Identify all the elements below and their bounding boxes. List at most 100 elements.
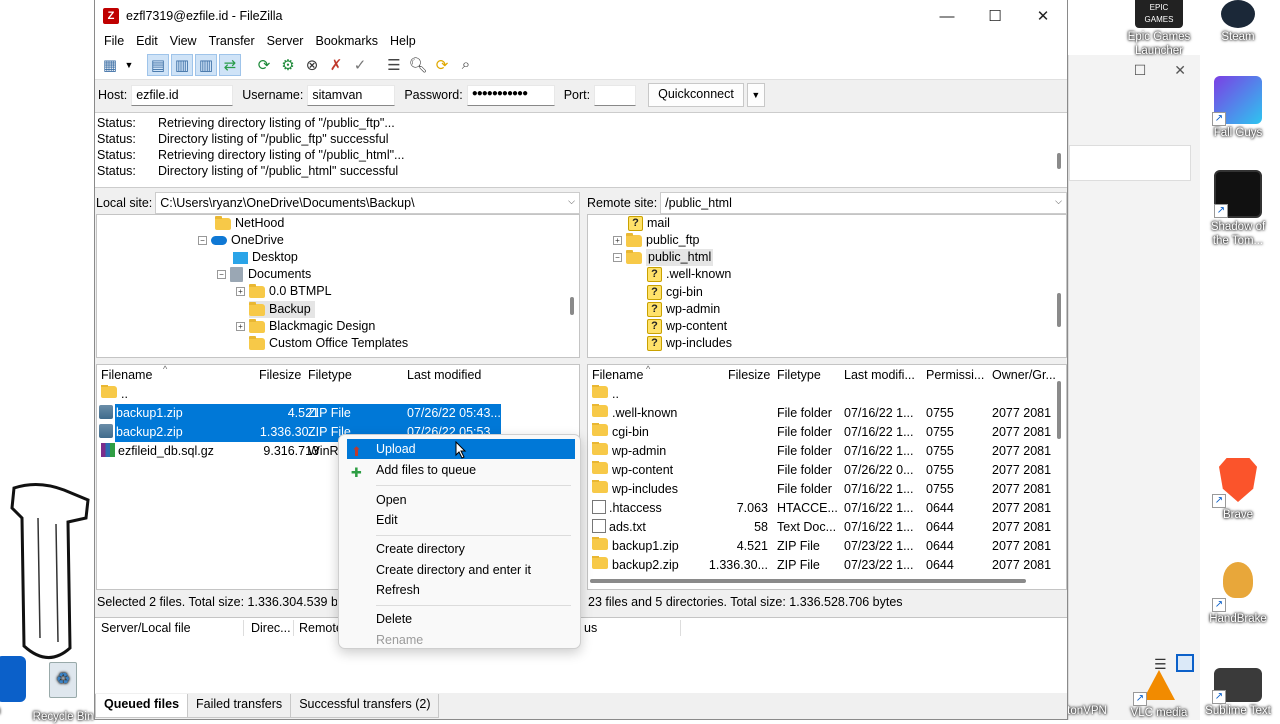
tree-item-btmpl[interactable]: +0.0 BTMPL: [236, 283, 332, 300]
list-item[interactable]: backup1.zip 4.521 ZIP File 07/26/22 05:4…: [99, 404, 501, 423]
chevron-down-icon[interactable]: ⌵: [1055, 196, 1062, 207]
queue-header-status[interactable]: us: [584, 618, 597, 638]
menu-server[interactable]: Server: [261, 34, 310, 48]
menu-transfer[interactable]: Transfer: [203, 34, 261, 48]
title-bar[interactable]: Z ezfl7319@ezfile.id - FileZilla — ☐ ✕: [95, 0, 1067, 32]
queue-header-direction[interactable]: Direc...: [251, 618, 291, 638]
column-header-filesize[interactable]: Filesize: [728, 365, 770, 385]
synchronized-browsing-icon[interactable]: ⟳: [431, 54, 453, 76]
menu-bookmarks[interactable]: Bookmarks: [309, 34, 384, 48]
menu-item-edit[interactable]: Edit: [347, 510, 575, 530]
menu-help[interactable]: Help: [384, 34, 422, 48]
maximize-button[interactable]: ☐: [971, 0, 1019, 32]
column-header-filesize[interactable]: Filesize: [259, 365, 301, 385]
tree-item-well-known[interactable]: ? .well-known: [647, 266, 731, 283]
menu-item-delete[interactable]: Delete: [347, 609, 575, 629]
collapse-icon[interactable]: −: [198, 236, 207, 245]
list-view-icon[interactable]: ☰: [1154, 656, 1167, 673]
reconnect-icon[interactable]: ✓: [349, 54, 371, 76]
close-button[interactable]: ✕: [1019, 0, 1067, 32]
toggle-message-log-icon[interactable]: ▤: [147, 53, 169, 76]
expand-icon[interactable]: +: [236, 287, 245, 296]
remote-file-list[interactable]: Filename Filesize Filetype Last modifi..…: [587, 364, 1067, 590]
expand-icon[interactable]: +: [613, 236, 622, 245]
maximize-icon[interactable]: ☐: [1134, 62, 1147, 79]
desktop-icon-vlc[interactable]: ↗ VLC media: [1124, 668, 1194, 720]
tab-successful-transfers[interactable]: Successful transfers (2): [290, 694, 440, 718]
tree-item-onedrive[interactable]: − OneDrive: [198, 232, 284, 249]
refresh-icon[interactable]: ⟳: [253, 54, 275, 76]
site-manager-icon[interactable]: ▦: [99, 54, 121, 76]
menu-item-create-directory[interactable]: Create directory: [347, 539, 575, 559]
desktop-icon-shadow-tomb-raider[interactable]: ↗ Shadow of the Tom...: [1203, 170, 1273, 248]
column-header-filetype[interactable]: Filetype: [777, 365, 821, 385]
username-input[interactable]: sitamvan: [307, 84, 396, 106]
expand-icon[interactable]: +: [236, 322, 245, 331]
list-item[interactable]: wp-admin File folder 07/16/22 1... 0755 2077…: [588, 442, 1054, 461]
local-path-input[interactable]: C:\Users\ryanz\OneDrive\Documents\Backup…: [155, 192, 580, 214]
tree-item-documents[interactable]: − Documents: [217, 266, 311, 283]
desktop-icon-epic-games[interactable]: EPIC GAMES Epic Games Launcher: [1124, 0, 1194, 58]
remote-list-vscrollbar[interactable]: [1057, 381, 1061, 439]
column-header-filename[interactable]: Filename: [101, 365, 152, 385]
list-item[interactable]: ads.txt 58 Text Doc... 07/16/22 1... 0644 207…: [588, 518, 1054, 537]
tree-item-cgi-bin[interactable]: ? cgi-bin: [647, 284, 703, 301]
menu-view[interactable]: View: [164, 34, 203, 48]
tree-item-mail[interactable]: ? mail: [628, 215, 670, 232]
desktop-icon-sublime[interactable]: ↗ Sublime Text: [1203, 668, 1273, 718]
queue-header-server-local-file[interactable]: Server/Local file: [101, 618, 191, 638]
list-item[interactable]: backup1.zip 4.521 ZIP File 07/23/22 1... 064…: [588, 537, 1054, 556]
menu-file[interactable]: File: [98, 34, 130, 48]
cancel-operation-icon[interactable]: ⊗: [301, 54, 323, 76]
tree-item-public-ftp[interactable]: + public_ftp: [613, 232, 700, 249]
background-textbox[interactable]: [1069, 145, 1191, 181]
tree-item-custom-office[interactable]: Custom Office Templates: [249, 335, 408, 352]
column-header-filetype[interactable]: Filetype: [308, 365, 352, 385]
password-input[interactable]: ●●●●●●●●●●●: [466, 84, 555, 106]
menu-item-open[interactable]: Open: [347, 490, 575, 510]
transfer-queue[interactable]: Server/Local file Direc... Remote us: [95, 617, 1067, 693]
tree-item-nethood[interactable]: NetHood: [215, 215, 284, 232]
toggle-remote-tree-icon[interactable]: ▥: [195, 53, 217, 76]
chevron-down-icon[interactable]: ⌵: [568, 196, 575, 207]
remote-tree-scrollbar[interactable]: [1057, 293, 1061, 327]
process-queue-icon[interactable]: ⚙: [277, 54, 299, 76]
local-directory-tree[interactable]: NetHood − OneDrive Desktop − Documents +0.…: [96, 214, 580, 358]
list-item[interactable]: .well-known File folder 07/16/22 1... 0755 2…: [588, 404, 1054, 423]
list-item[interactable]: backup2.zip 1.336.30... ZIP File 07/23/22 1…: [588, 556, 1054, 575]
list-item[interactable]: wp-content File folder 07/26/22 0... 0755 20…: [588, 461, 1054, 480]
minimize-button[interactable]: —: [923, 0, 971, 32]
desktop-icon-fall-guys[interactable]: ↗ Fall Guys: [1203, 76, 1273, 140]
column-header-last-modified[interactable]: Last modifi...: [844, 365, 915, 385]
column-header-permissions[interactable]: Permissi...: [926, 365, 984, 385]
directory-filters-icon[interactable]: ☰: [383, 54, 405, 76]
list-item[interactable]: wp-includes File folder 07/16/22 1... 0755 2…: [588, 480, 1054, 499]
close-icon[interactable]: ✕: [1174, 62, 1186, 79]
disconnect-icon[interactable]: ✗: [325, 54, 347, 76]
tab-queued-files[interactable]: Queued files: [95, 694, 189, 718]
menu-item-create-directory-enter[interactable]: Create directory and enter it: [347, 560, 575, 580]
tree-item-wp-admin[interactable]: ? wp-admin: [647, 301, 720, 318]
log-scrollbar[interactable]: [1057, 153, 1061, 169]
tree-item-wp-includes[interactable]: ? wp-includes: [647, 335, 732, 352]
tab-failed-transfers[interactable]: Failed transfers: [187, 694, 292, 718]
list-item[interactable]: ..: [588, 385, 1054, 404]
site-manager-dropdown-icon[interactable]: ▼: [123, 54, 135, 76]
tree-item-wp-content[interactable]: ? wp-content: [647, 318, 727, 335]
column-header-filename[interactable]: Filename: [592, 365, 643, 385]
menu-item-refresh[interactable]: Refresh: [347, 580, 575, 600]
tile-view-icon[interactable]: [1176, 654, 1194, 672]
desktop-icon-handbrake[interactable]: ↗ HandBrake: [1203, 556, 1273, 626]
desktop-icon-steam[interactable]: Steam: [1203, 0, 1273, 44]
host-input[interactable]: ezfile.id: [131, 84, 234, 106]
collapse-icon[interactable]: −: [217, 270, 226, 279]
menu-item-add-to-queue[interactable]: ✚ Add files to queue: [347, 460, 575, 480]
quickconnect-button[interactable]: Quickconnect: [648, 83, 744, 107]
column-header-owner-group[interactable]: Owner/Gr...: [992, 365, 1056, 385]
column-header-last-modified[interactable]: Last modified: [407, 365, 481, 385]
message-log[interactable]: Status: Retrieving directory listing of "…: [95, 112, 1067, 188]
quickconnect-dropdown-icon[interactable]: ▼: [746, 83, 765, 107]
tree-item-backup[interactable]: Backup: [249, 301, 315, 318]
toggle-local-tree-icon[interactable]: ▥: [171, 53, 193, 76]
collapse-icon[interactable]: −: [613, 253, 622, 262]
